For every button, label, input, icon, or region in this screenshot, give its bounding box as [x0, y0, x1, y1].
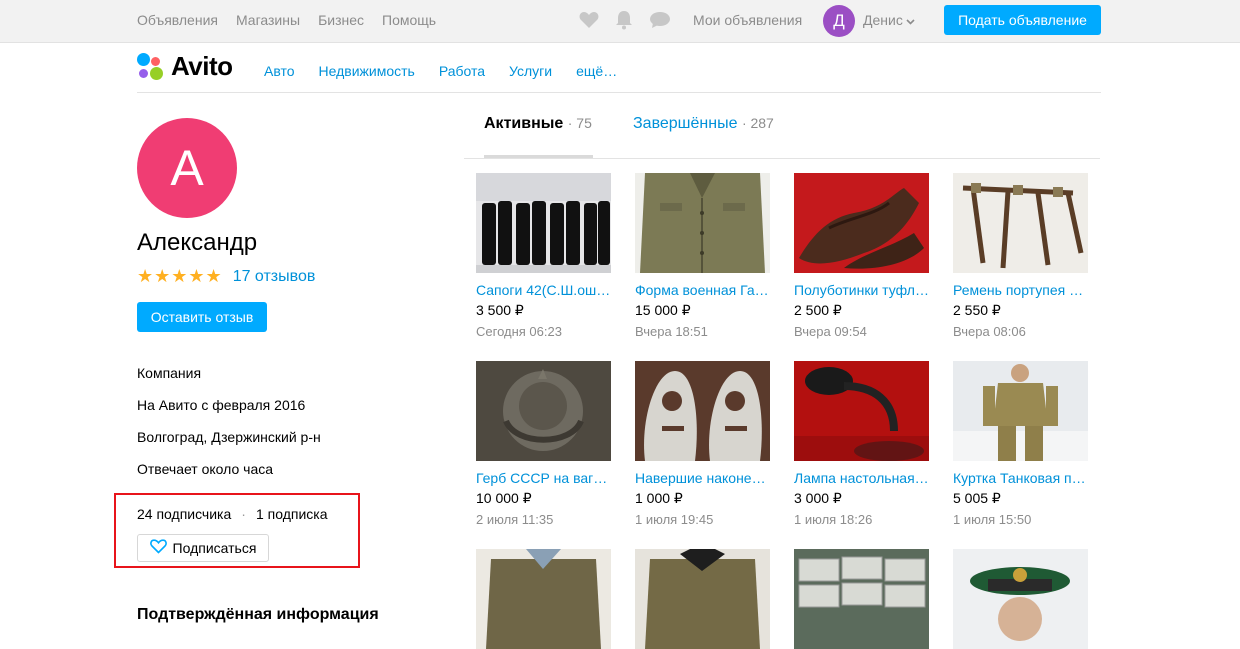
tab-active-count: · 75 [567, 115, 592, 131]
category-more[interactable]: ещё… [576, 63, 617, 79]
top-nav-ads[interactable]: Объявления [137, 12, 218, 28]
listing-card[interactable]: Куртка Танковая п… 5 005 ₽ 1 июля 15:50 [953, 361, 1088, 527]
logo-dots-icon [137, 52, 165, 82]
tab-completed-count: · 287 [741, 115, 774, 131]
listing-image[interactable] [635, 549, 770, 649]
category-realty[interactable]: Недвижимость [319, 63, 415, 79]
listing-title[interactable]: Ремень портупея … [953, 282, 1088, 298]
leave-review-button[interactable]: Оставить отзыв [137, 302, 267, 332]
listing-card[interactable]: Полуботинки туфл… 2 500 ₽ Вчера 09:54 [794, 173, 929, 339]
subscribe-label: Подписаться [172, 540, 257, 556]
listing-card[interactable]: Герб СССР на ваг… 10 000 ₽ 2 июля 11:35 [476, 361, 611, 527]
listing-card[interactable] [953, 549, 1088, 649]
listing-title[interactable]: Полуботинки туфл… [794, 282, 929, 298]
listing-title[interactable]: Навершие наконе… [635, 470, 770, 486]
post-ad-button[interactable]: Подать объявление [944, 5, 1101, 35]
listing-price: 15 000 ₽ [635, 302, 691, 318]
listing-date: Вчера 09:54 [794, 324, 867, 339]
category-jobs[interactable]: Работа [439, 63, 485, 79]
listing-price: 1 000 ₽ [635, 490, 683, 506]
chevron-down-icon [906, 12, 915, 28]
logo-text: Avito [171, 51, 233, 81]
listing-date: Вчера 18:51 [635, 324, 708, 339]
listing-date: Сегодня 06:23 [476, 324, 562, 339]
profile-location: Волгоград, Дзержинский р-н [137, 429, 321, 445]
listing-price: 2 500 ₽ [794, 302, 842, 318]
profile-response-time: Отвечает около часа [137, 461, 274, 477]
reviews-link[interactable]: 17 отзывов [233, 268, 316, 286]
listing-title[interactable]: Герб СССР на ваг… [476, 470, 611, 486]
tab-active-label: Активные [484, 115, 564, 132]
subscriptions-count[interactable]: 1 подписка [256, 506, 328, 522]
listing-card[interactable]: Ремень портупея … 2 550 ₽ Вчера 08:06 [953, 173, 1088, 339]
top-nav-business[interactable]: Бизнес [318, 12, 364, 28]
listing-image[interactable] [476, 361, 611, 461]
listing-price: 3 000 ₽ [794, 490, 842, 506]
tab-completed-label: Завершённые [633, 115, 738, 132]
listing-image[interactable] [953, 173, 1088, 273]
subscribers-count[interactable]: 24 подписчика [137, 506, 231, 522]
user-menu[interactable]: Денис [863, 12, 915, 28]
profile-type: Компания [137, 365, 202, 381]
avito-logo[interactable]: Avito [137, 51, 233, 82]
listing-card[interactable]: Навершие наконе… 1 000 ₽ 1 июля 19:45 [635, 361, 770, 527]
listing-image[interactable] [476, 549, 611, 649]
listing-date: 2 июля 11:35 [476, 512, 554, 527]
verified-info-heading: Подтверждённая информация [137, 606, 379, 623]
listing-title[interactable]: Куртка Танковая п… [953, 470, 1088, 486]
listing-title[interactable]: Лампа настольная… [794, 470, 929, 486]
listing-date: 1 июля 15:50 [953, 512, 1032, 527]
rating-stars-icon: ★★★★★ [137, 266, 223, 286]
profile-rating: ★★★★★ 17 отзывов [137, 266, 315, 287]
listing-card[interactable] [794, 549, 929, 649]
listing-title[interactable]: Форма военная Га… [635, 282, 770, 298]
listing-card[interactable]: Форма военная Га… 15 000 ₽ Вчера 18:51 [635, 173, 770, 339]
listing-date: 1 июля 18:26 [794, 512, 873, 527]
subscriptions-info: 24 подписчика · 1 подписка [137, 506, 327, 522]
top-nav-help[interactable]: Помощь [382, 12, 436, 28]
listing-price: 3 500 ₽ [476, 302, 524, 318]
chat-icon[interactable] [649, 11, 671, 29]
header-divider [137, 92, 1101, 93]
listing-image[interactable] [635, 173, 770, 273]
listing-image[interactable] [476, 173, 611, 273]
listing-image[interactable] [953, 549, 1088, 649]
listing-card[interactable]: Сапоги 42(С.Ш.ош… 3 500 ₽ Сегодня 06:23 [476, 173, 611, 339]
listing-image[interactable] [794, 173, 929, 273]
top-nav-shops[interactable]: Магазины [236, 12, 300, 28]
listing-price: 5 005 ₽ [953, 490, 1001, 506]
category-services[interactable]: Услуги [509, 63, 552, 79]
subs-separator: · [241, 506, 246, 522]
heart-icon[interactable] [579, 11, 599, 29]
listing-image[interactable] [794, 361, 929, 461]
listing-image[interactable] [794, 549, 929, 649]
my-ads-link[interactable]: Мои объявления [693, 12, 802, 28]
listing-price: 2 550 ₽ [953, 302, 1001, 318]
listing-image[interactable] [953, 361, 1088, 461]
tab-completed[interactable]: Завершённые · 287 [633, 115, 774, 133]
category-nav: Авто Недвижимость Работа Услуги ещё… [264, 63, 641, 79]
bell-icon[interactable] [615, 10, 633, 30]
top-bar: Объявления Магазины Бизнес Помощь Мои об… [0, 0, 1240, 43]
profile-name: Александр [137, 229, 258, 256]
tabs-divider [464, 158, 1100, 159]
listing-card[interactable] [635, 549, 770, 649]
top-nav: Объявления Магазины Бизнес Помощь [137, 12, 436, 28]
tab-active[interactable]: Активные · 75 [484, 115, 592, 133]
user-name: Денис [863, 12, 903, 28]
profile-since: На Авито с февраля 2016 [137, 397, 306, 413]
listing-date: Вчера 08:06 [953, 324, 1026, 339]
listing-card[interactable] [476, 549, 611, 649]
listing-price: 10 000 ₽ [476, 490, 532, 506]
listing-image[interactable] [635, 361, 770, 461]
top-icons [579, 10, 671, 30]
profile-avatar: А [137, 118, 237, 218]
listing-title[interactable]: Сапоги 42(С.Ш.ош… [476, 282, 611, 298]
heart-outline-icon [149, 539, 167, 557]
category-auto[interactable]: Авто [264, 63, 295, 79]
user-avatar[interactable]: Д [823, 5, 855, 37]
listing-card[interactable]: Лампа настольная… 3 000 ₽ 1 июля 18:26 [794, 361, 929, 527]
subscribe-button[interactable]: Подписаться [137, 534, 269, 562]
listing-date: 1 июля 19:45 [635, 512, 714, 527]
